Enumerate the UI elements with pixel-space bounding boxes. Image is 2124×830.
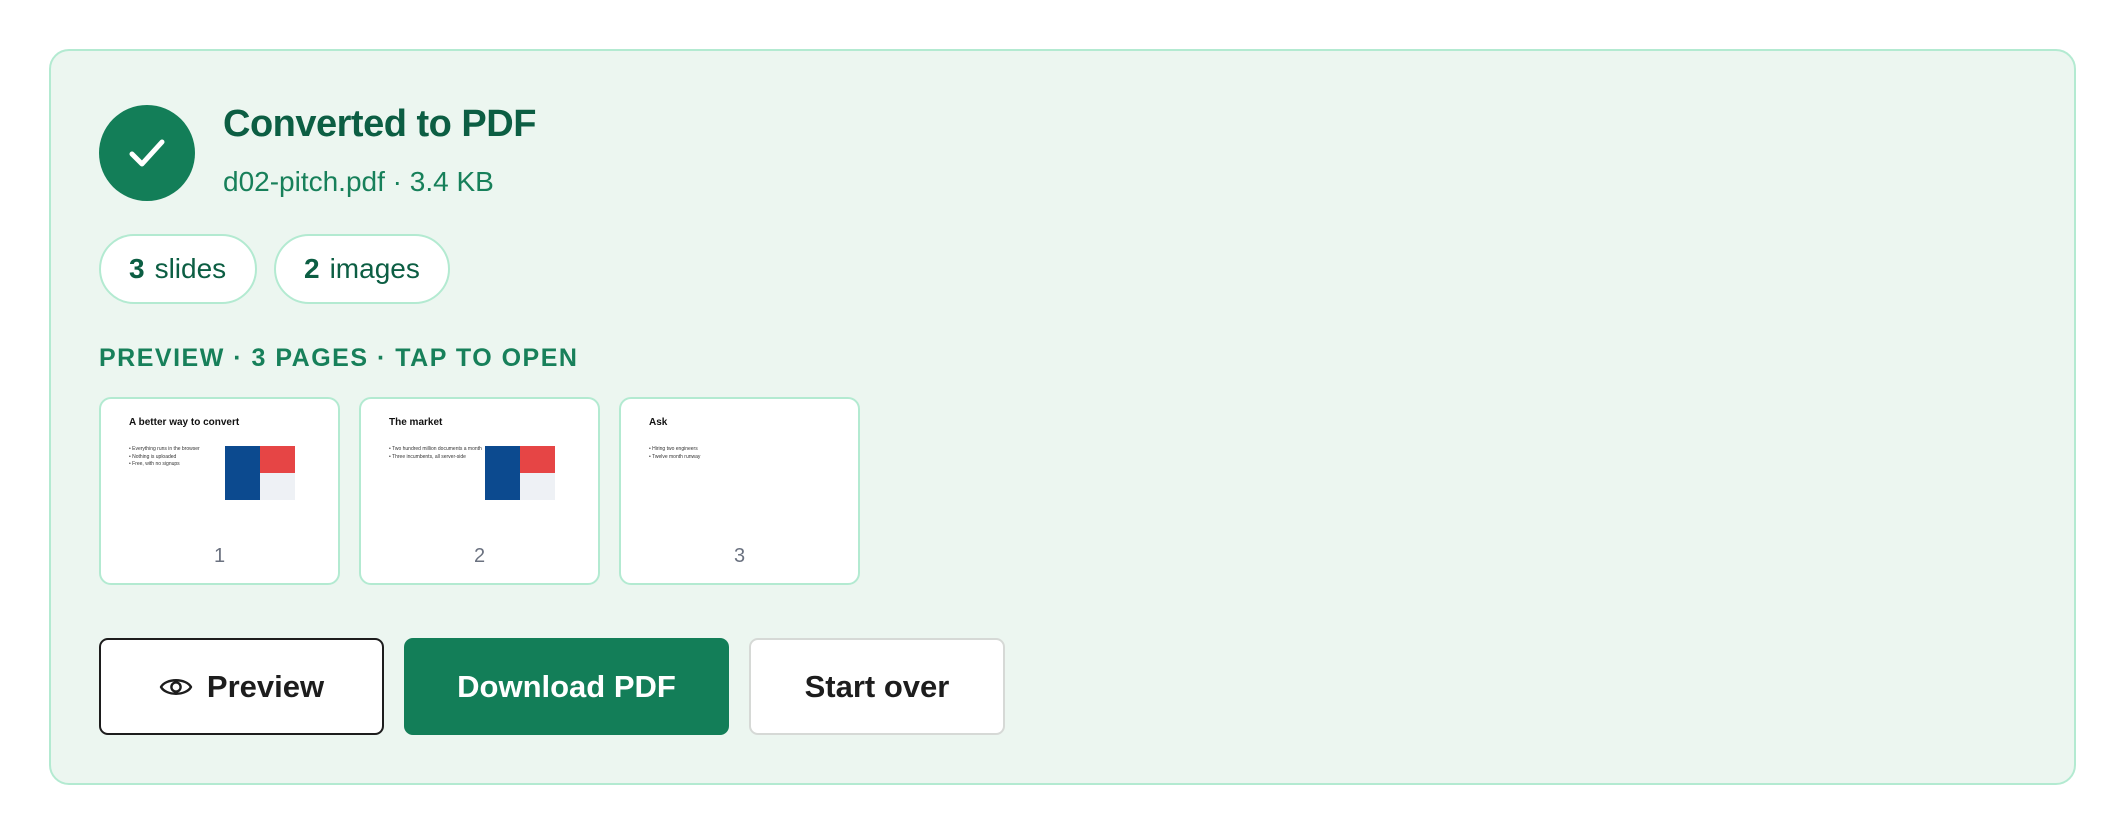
page-thumbnail-2[interactable]: The market • Two hundred million documen… <box>359 397 600 585</box>
images-label: images <box>329 253 420 284</box>
slides-label: slides <box>154 253 227 284</box>
thumbnail-bullet: • Free, with no signups <box>129 461 180 467</box>
thumbnail-title: The market <box>389 417 443 428</box>
page-number: 1 <box>213 545 226 567</box>
thumbnail-title: Ask <box>649 417 668 428</box>
page-thumbnail-1[interactable]: A better way to convert • Everything run… <box>99 397 340 585</box>
page-thumbnail-3[interactable]: Ask • Hiring two engineers • Twelve mont… <box>619 397 860 585</box>
images-count: 2 <box>304 253 320 284</box>
preview-section-label: PREVIEW · 3 PAGES · TAP TO OPEN <box>99 344 579 372</box>
images-count-chip: 2 images <box>274 234 450 304</box>
thumbnail-bullets: • Hiring two engineers • Twelve month ru… <box>649 446 700 461</box>
download-pdf-button[interactable]: Download PDF <box>404 638 729 735</box>
page-number: 3 <box>733 545 746 567</box>
thumbnail-bullet: • Three incumbents, all server-side <box>389 453 466 460</box>
thumbnail-bullet: • Nothing is uploaded <box>129 453 177 460</box>
success-badge <box>99 105 195 201</box>
start-over-button[interactable]: Start over <box>749 638 1005 735</box>
thumbnail-chart-image <box>485 446 555 500</box>
thumbnail-bullet: • Everything runs in the browser <box>129 446 200 452</box>
slides-count-chip: 3 slides <box>99 234 257 304</box>
thumbnail-bullet: • Twelve month runway <box>649 453 701 460</box>
preview-button[interactable]: Preview <box>99 638 384 735</box>
thumbnail-bullets: • Everything runs in the browser • Nothi… <box>129 446 200 469</box>
file-info: d02-pitch.pdf · 3.4 KB <box>223 166 494 197</box>
page-number: 2 <box>473 545 486 567</box>
thumbnail-bullets: • Two hundred million documents a month … <box>389 446 482 461</box>
preview-button-label: Preview <box>206 668 325 704</box>
thumbnail-title: A better way to convert <box>129 417 240 428</box>
eye-icon <box>159 674 193 700</box>
result-title: Converted to PDF <box>223 103 536 145</box>
thumbnail-bullet: • Two hundred million documents a month <box>389 446 482 452</box>
thumbnail-bullet: • Hiring two engineers <box>649 446 698 452</box>
thumbnail-chart-image <box>225 446 295 500</box>
conversion-result-card: Converted to PDF d02-pitch.pdf · 3.4 KB … <box>49 49 2076 785</box>
check-icon <box>129 139 165 167</box>
slides-count: 3 <box>129 253 145 284</box>
